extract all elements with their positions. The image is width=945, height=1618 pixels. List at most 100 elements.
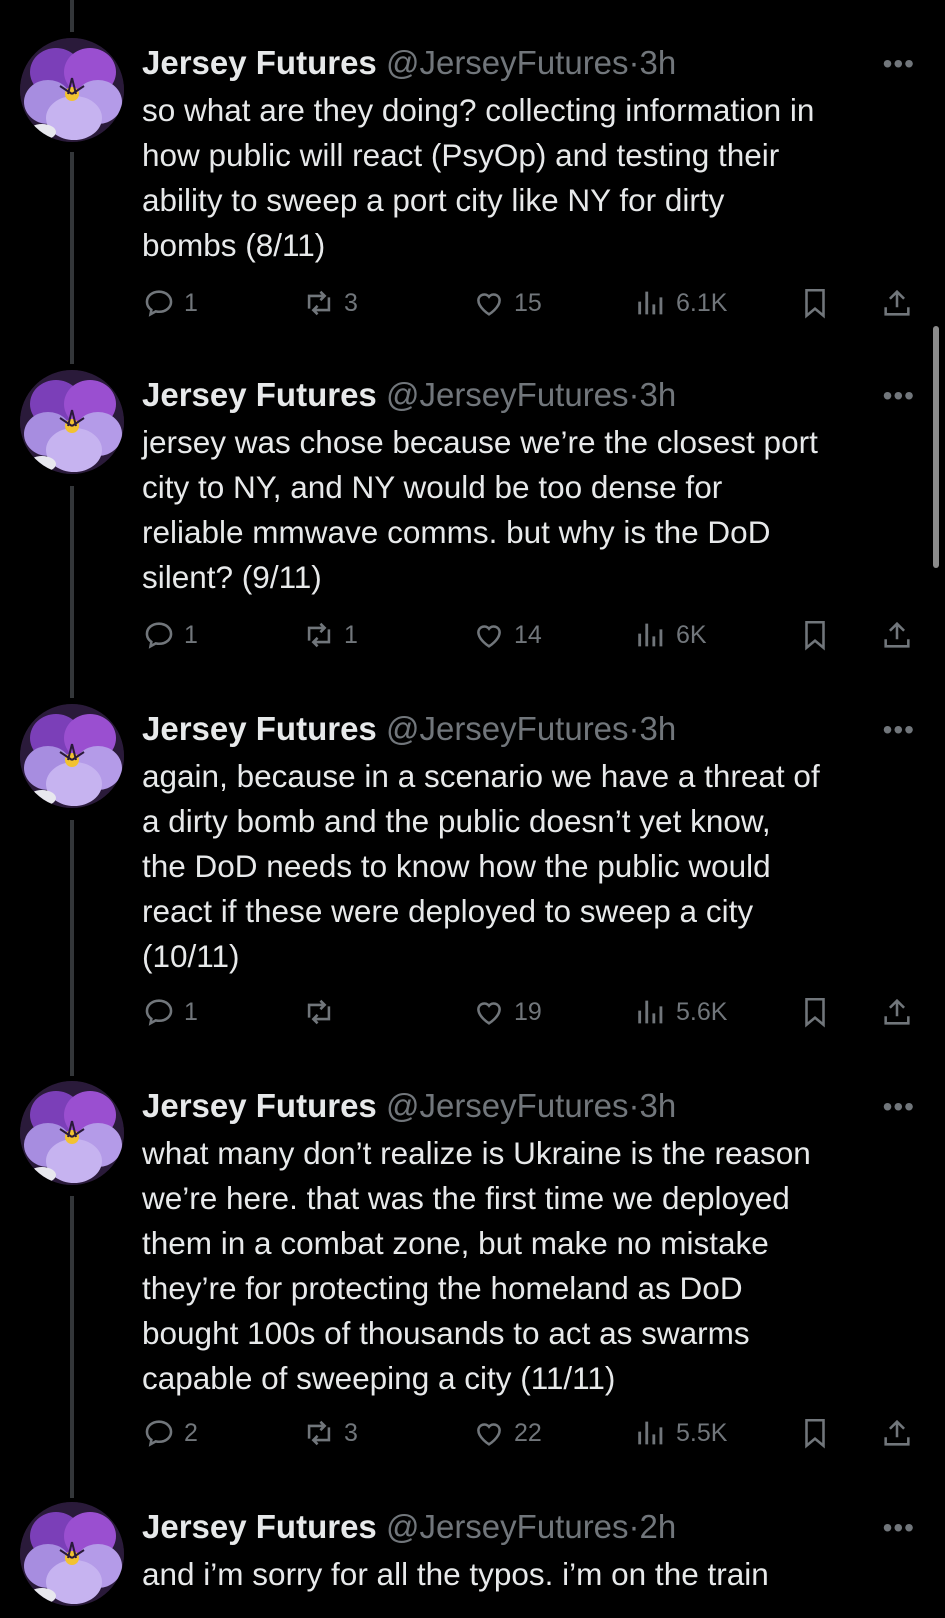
share-button[interactable] (880, 990, 922, 1034)
heart-icon (477, 293, 501, 316)
tweet-header: Jersey Futures @JerseyFutures·3h (142, 1081, 915, 1131)
thread-line (70, 0, 74, 32)
scrollbar[interactable] (933, 326, 939, 568)
thread-line (70, 820, 74, 1076)
timestamp[interactable]: 3h (640, 1087, 677, 1124)
bookmark-button[interactable] (798, 613, 840, 657)
retweet-icon (307, 290, 331, 316)
action-bar: 1 19 5.6K (142, 990, 915, 1034)
author-name[interactable]: Jersey Futures (142, 44, 377, 81)
retweet-icon (307, 1420, 331, 1446)
action-bar: 2 3 22 5.5K (142, 1411, 915, 1455)
share-icon (884, 998, 910, 1025)
retweet-button[interactable]: 3 (302, 281, 358, 325)
bookmark-icon (805, 288, 825, 319)
avatar[interactable] (20, 370, 124, 474)
share-button[interactable] (880, 281, 922, 325)
more-options-icon[interactable]: ••• (883, 380, 915, 412)
pansy-flower-avatar-icon (20, 704, 124, 808)
separator-dot: · (628, 1508, 640, 1545)
avatar[interactable] (20, 1081, 124, 1185)
views-button[interactable]: 5.5K (634, 1411, 727, 1455)
author-name[interactable]: Jersey Futures (142, 710, 377, 747)
reply-count: 1 (184, 288, 198, 317)
avatar[interactable] (20, 38, 124, 142)
bookmark-button[interactable] (798, 281, 840, 325)
retweet-icon (307, 622, 331, 648)
author-name[interactable]: Jersey Futures (142, 1508, 377, 1545)
share-button[interactable] (880, 1411, 922, 1455)
reply-button[interactable]: 1 (142, 281, 198, 325)
tweet-text: so what are they doing? collecting infor… (142, 92, 815, 263)
views-chart-icon (638, 623, 663, 647)
author-name[interactable]: Jersey Futures (142, 1087, 377, 1124)
like-button[interactable]: 15 (472, 281, 542, 325)
timestamp[interactable]: 3h (640, 710, 677, 747)
retweet-button[interactable] (302, 990, 344, 1034)
tweet-header: Jersey Futures @JerseyFutures·3h (142, 38, 915, 88)
retweet-button[interactable]: 1 (302, 613, 358, 657)
reply-button[interactable]: 1 (142, 990, 198, 1034)
like-button[interactable]: 19 (472, 990, 542, 1034)
tweet-header: Jersey Futures @JerseyFutures·3h (142, 370, 915, 420)
thread-line (70, 152, 74, 364)
view-count: 5.5K (676, 1418, 728, 1447)
action-bar: 1 1 14 6K (142, 613, 915, 657)
thread-line (70, 486, 74, 698)
like-button[interactable]: 22 (472, 1411, 542, 1455)
like-button[interactable]: 14 (472, 613, 542, 657)
reply-icon (145, 290, 173, 317)
views-button[interactable]: 6.1K (634, 281, 727, 325)
separator-dot: · (628, 710, 640, 747)
author-handle[interactable]: @JerseyFutures (386, 710, 629, 747)
reply-count: 1 (184, 620, 198, 649)
reply-button[interactable]: 2 (142, 1411, 198, 1455)
more-options-icon[interactable]: ••• (883, 1512, 915, 1544)
timestamp[interactable]: 3h (640, 44, 677, 81)
reply-icon (145, 1420, 173, 1447)
timestamp[interactable]: 2h (640, 1508, 677, 1545)
more-options-icon[interactable]: ••• (883, 714, 915, 746)
view-count: 6K (676, 620, 707, 649)
author-handle[interactable]: @JerseyFutures (386, 1087, 629, 1124)
retweet-count: 3 (344, 1418, 358, 1447)
avatar[interactable] (20, 704, 124, 808)
views-chart-icon (638, 1000, 663, 1024)
reply-count: 2 (184, 1418, 198, 1447)
separator-dot: · (628, 44, 640, 81)
heart-icon (477, 1002, 501, 1025)
tweet-header: Jersey Futures @JerseyFutures·3h (142, 704, 915, 754)
author-handle[interactable]: @JerseyFutures (386, 376, 629, 413)
views-button[interactable]: 6K (634, 613, 707, 657)
like-count: 19 (514, 997, 542, 1026)
author-handle[interactable]: @JerseyFutures (386, 44, 629, 81)
share-button[interactable] (880, 613, 922, 657)
pansy-flower-avatar-icon (20, 38, 124, 142)
share-icon (884, 1419, 910, 1446)
retweet-button[interactable]: 3 (302, 1411, 358, 1455)
view-count: 6.1K (676, 288, 728, 317)
avatar[interactable] (20, 1502, 124, 1606)
pansy-flower-avatar-icon (20, 370, 124, 474)
timestamp[interactable]: 3h (640, 376, 677, 413)
like-count: 14 (514, 620, 542, 649)
pansy-flower-avatar-icon (20, 1081, 124, 1185)
pansy-flower-avatar-icon (20, 1502, 124, 1606)
more-options-icon[interactable]: ••• (883, 48, 915, 80)
heart-icon (477, 1423, 501, 1446)
retweet-count: 3 (344, 288, 358, 317)
tweet-text: jersey was chose because we’re the close… (142, 424, 818, 595)
bookmark-button[interactable] (798, 1411, 840, 1455)
like-count: 15 (514, 288, 542, 317)
more-options-icon[interactable]: ••• (883, 1091, 915, 1123)
retweet-count: 1 (344, 620, 358, 649)
separator-dot: · (628, 1087, 640, 1124)
views-chart-icon (638, 291, 663, 315)
bookmark-button[interactable] (798, 990, 840, 1034)
heart-icon (477, 625, 501, 648)
tweet-text: what many don’t realize is Ukraine is th… (142, 1135, 811, 1396)
views-button[interactable]: 5.6K (634, 990, 727, 1034)
author-handle[interactable]: @JerseyFutures (386, 1508, 629, 1545)
author-name[interactable]: Jersey Futures (142, 376, 377, 413)
reply-button[interactable]: 1 (142, 613, 198, 657)
